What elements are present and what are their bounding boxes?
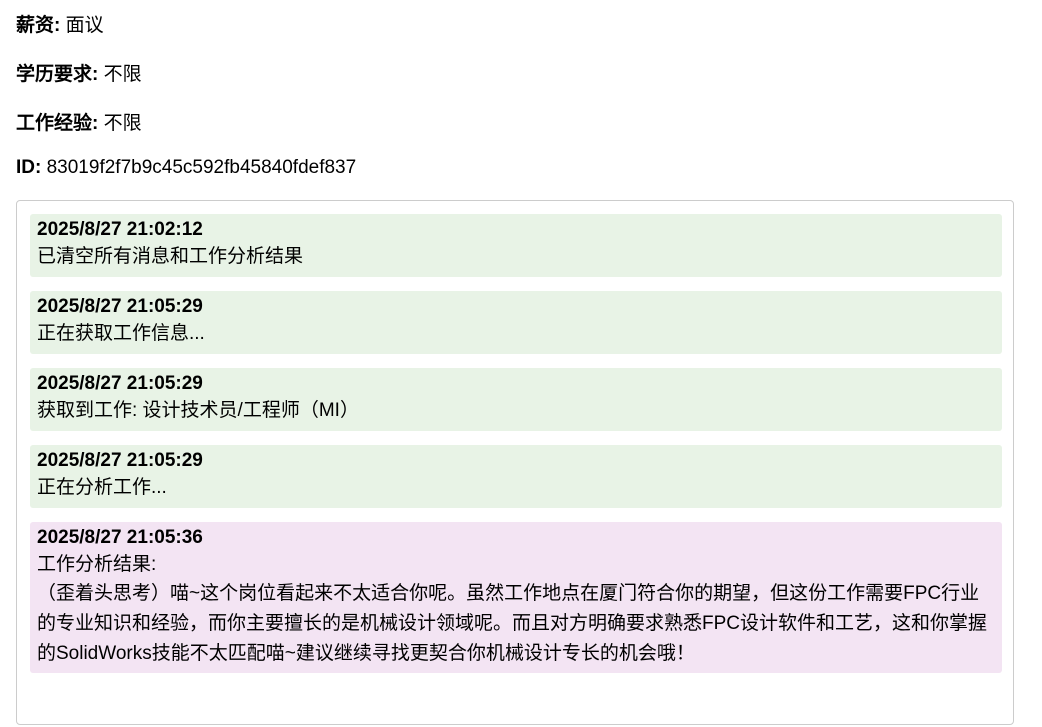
education-row: 学历要求: 不限: [16, 63, 142, 87]
log-message: 正在获取工作信息...: [37, 323, 205, 344]
log-message: 正在分析工作...: [37, 477, 167, 498]
job-id-label: ID:: [16, 157, 42, 178]
analysis-result-text: （歪着头思考）喵~这个岗位看起来不太适合你呢。虽然工作地点在厦门符合你的期望，但…: [37, 583, 988, 664]
log-timestamp: 2025/8/27 21:05:29: [37, 296, 203, 317]
log-message: 已清空所有消息和工作分析结果: [37, 246, 304, 267]
salary-value: 面议: [65, 15, 104, 36]
log-entry: 2025/8/27 21:05:29 正在分析工作...: [30, 445, 1002, 508]
education-label: 学历要求:: [16, 64, 99, 85]
log-message: 工作分析结果:: [37, 554, 157, 575]
experience-label: 工作经验:: [16, 113, 99, 134]
log-entry: 2025/8/27 21:05:29 正在获取工作信息...: [30, 291, 1002, 354]
log-timestamp: 2025/8/27 21:02:12: [37, 219, 203, 240]
experience-row: 工作经验: 不限: [16, 112, 142, 136]
log-timestamp: 2025/8/27 21:05:29: [37, 373, 203, 394]
log-timestamp: 2025/8/27 21:05:36: [37, 527, 203, 548]
job-id-row: ID: 83019f2f7b9c45c592fb45840fdef837: [16, 156, 356, 180]
job-id-value: 83019f2f7b9c45c592fb45840fdef837: [46, 157, 357, 178]
log-timestamp: 2025/8/27 21:05:29: [37, 450, 203, 471]
message-log-panel[interactable]: 2025/8/27 21:02:12 已清空所有消息和工作分析结果 2025/8…: [16, 200, 1014, 725]
log-entry: 2025/8/27 21:05:29 获取到工作: 设计技术员/工程师（MI）: [30, 368, 1002, 431]
log-message: 获取到工作: 设计技术员/工程师（MI）: [37, 400, 359, 421]
education-value: 不限: [103, 64, 142, 85]
log-entry: 2025/8/27 21:02:12 已清空所有消息和工作分析结果: [30, 214, 1002, 277]
salary-label: 薪资:: [16, 15, 61, 36]
salary-row: 薪资: 面议: [16, 14, 104, 38]
experience-value: 不限: [103, 113, 142, 134]
log-entry-analysis-result: 2025/8/27 21:05:36 工作分析结果: （歪着头思考）喵~这个岗位…: [30, 522, 1002, 673]
